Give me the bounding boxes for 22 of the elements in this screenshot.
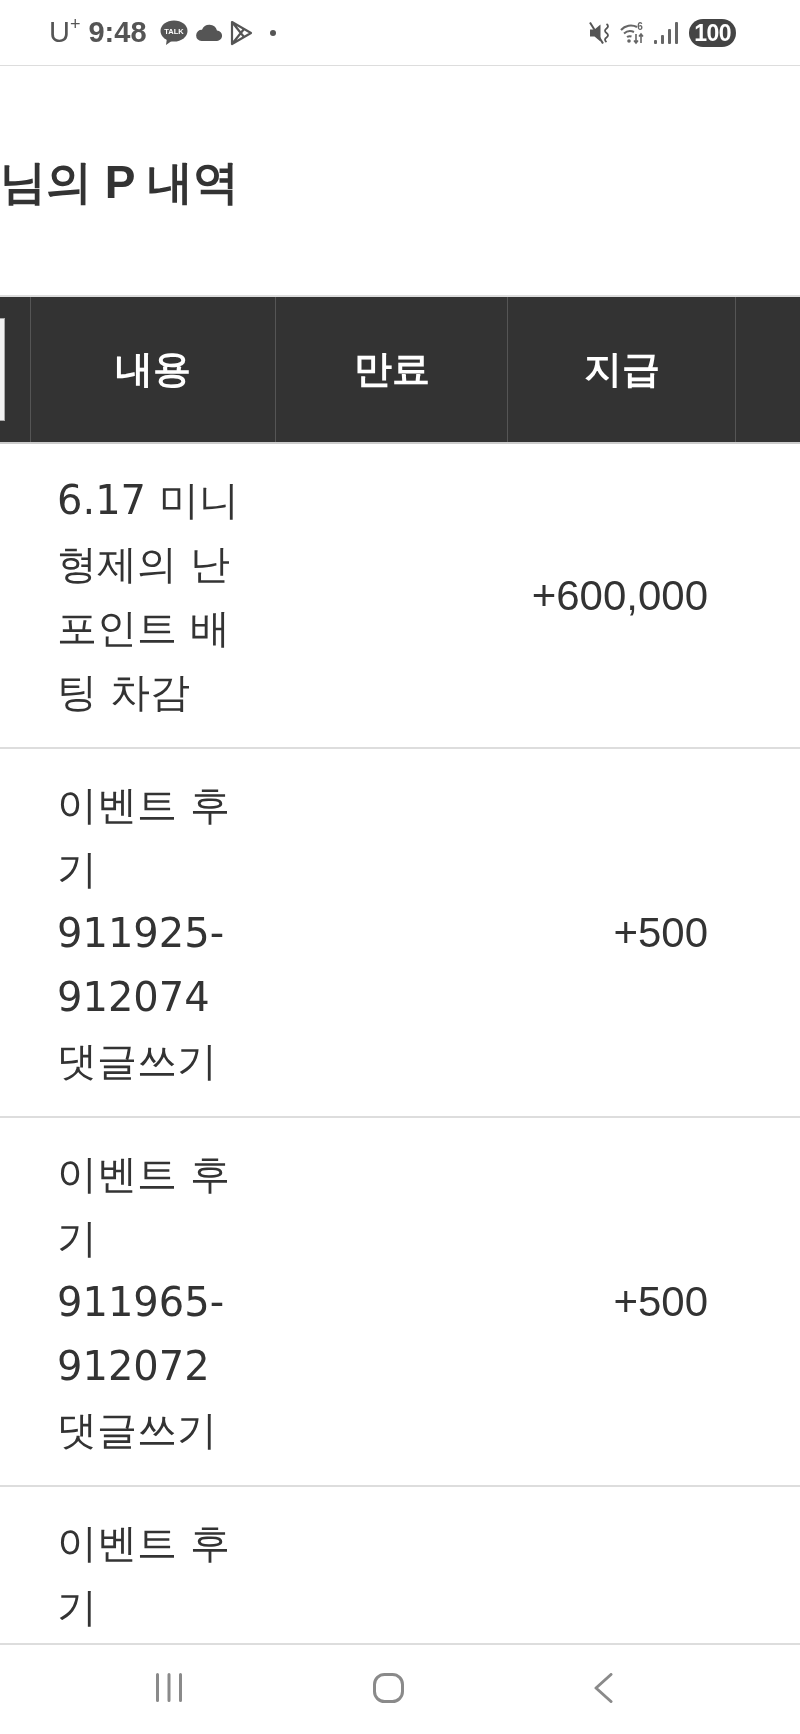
carrier-label: U$^{+}$	[49, 18, 81, 47]
column-header: 지급	[583, 346, 660, 392]
column-header: 내용	[115, 346, 191, 392]
amount-cell: +500	[613, 908, 708, 957]
table-cell-text: 이벤트 후기	[57, 1519, 231, 1632]
cloud-icon	[194, 24, 222, 41]
signal-icon	[653, 21, 680, 44]
recent-apps-icon[interactable]	[155, 1673, 183, 1702]
amount-cell: +500	[613, 1277, 708, 1326]
battery-indicator: 100	[689, 18, 736, 47]
back-icon[interactable]	[594, 1672, 613, 1703]
table-cell-text: 이벤트 후기 911965-912072 댓글쓰기	[57, 1150, 231, 1455]
play-triangle-icon	[228, 19, 253, 46]
column-header: 만료	[353, 346, 430, 392]
amount-cell: +600,000	[531, 571, 708, 620]
home-icon[interactable]	[373, 1672, 404, 1703]
page-title: 님의 P 내역	[0, 154, 240, 210]
table-cell-text: 6.17 미니 형제의 난 포인트 배팅 차감	[57, 476, 240, 717]
table-cell-text: 이벤트 후기 911925-912074 댓글쓰기	[57, 781, 231, 1086]
clock-time: 9:48	[88, 18, 147, 47]
mute-icon	[589, 20, 612, 45]
dot-icon	[269, 29, 276, 36]
